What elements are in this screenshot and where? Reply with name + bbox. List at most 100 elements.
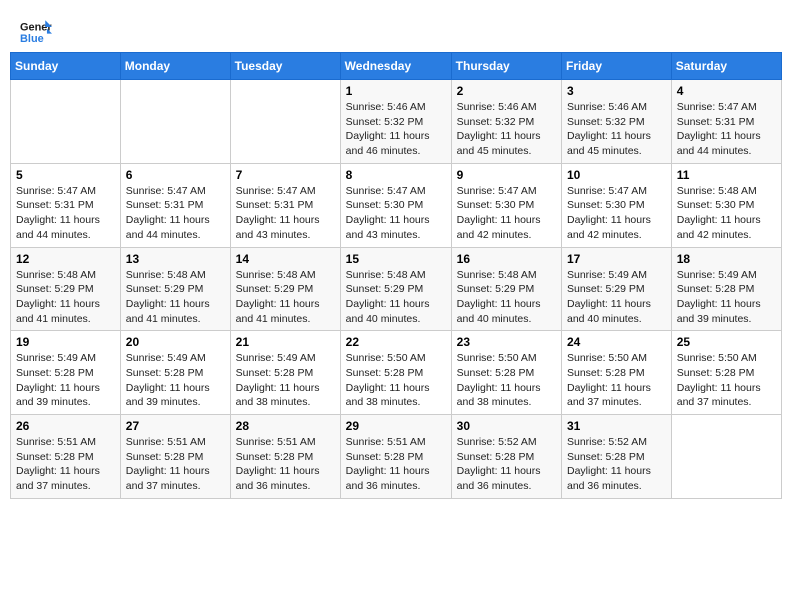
weekday-header-thursday: Thursday <box>451 53 561 80</box>
calendar-cell: 23 Sunrise: 5:50 AMSunset: 5:28 PMDayligh… <box>451 331 561 415</box>
day-info: Sunrise: 5:47 AMSunset: 5:31 PMDaylight:… <box>16 184 115 243</box>
calendar-cell: 5 Sunrise: 5:47 AMSunset: 5:31 PMDaylight… <box>11 163 121 247</box>
day-number: 1 <box>346 84 446 98</box>
day-info: Sunrise: 5:49 AMSunset: 5:29 PMDaylight:… <box>567 268 666 327</box>
calendar-cell <box>120 80 230 164</box>
day-number: 24 <box>567 335 666 349</box>
day-number: 27 <box>126 419 225 433</box>
weekday-header-row: SundayMondayTuesdayWednesdayThursdayFrid… <box>11 53 782 80</box>
day-number: 30 <box>457 419 556 433</box>
calendar-cell <box>230 80 340 164</box>
calendar-cell: 24 Sunrise: 5:50 AMSunset: 5:28 PMDayligh… <box>562 331 672 415</box>
calendar-cell: 17 Sunrise: 5:49 AMSunset: 5:29 PMDayligh… <box>562 247 672 331</box>
week-row-2: 5 Sunrise: 5:47 AMSunset: 5:31 PMDaylight… <box>11 163 782 247</box>
day-number: 18 <box>677 252 776 266</box>
calendar-cell: 16Sunrise: 5:48 AMSunset: 5:29 PMDayligh… <box>451 247 561 331</box>
day-number: 22 <box>346 335 446 349</box>
day-number: 3 <box>567 84 666 98</box>
day-number: 10 <box>567 168 666 182</box>
week-row-4: 19 Sunrise: 5:49 AMSunset: 5:28 PMDayligh… <box>11 331 782 415</box>
logo-icon: General Blue <box>20 18 52 46</box>
day-number: 2 <box>457 84 556 98</box>
calendar-cell: 31 Sunrise: 5:52 AMSunset: 5:28 PMDayligh… <box>562 415 672 499</box>
day-number: 31 <box>567 419 666 433</box>
day-info: Sunrise: 5:48 AMSunset: 5:29 PMDaylight:… <box>346 268 446 327</box>
calendar-cell: 11 Sunrise: 5:48 AMSunset: 5:30 PMDayligh… <box>671 163 781 247</box>
weekday-header-saturday: Saturday <box>671 53 781 80</box>
day-number: 16 <box>457 252 556 266</box>
calendar-cell: 20 Sunrise: 5:49 AMSunset: 5:28 PMDayligh… <box>120 331 230 415</box>
day-info: Sunrise: 5:50 AMSunset: 5:28 PMDaylight:… <box>677 351 776 410</box>
calendar-cell: 28Sunrise: 5:51 AMSunset: 5:28 PMDayligh… <box>230 415 340 499</box>
day-number: 7 <box>236 168 335 182</box>
calendar-cell: 10 Sunrise: 5:47 AMSunset: 5:30 PMDayligh… <box>562 163 672 247</box>
day-info: Sunrise: 5:48 AMSunset: 5:30 PMDaylight:… <box>677 184 776 243</box>
calendar-cell: 27 Sunrise: 5:51 AMSunset: 5:28 PMDayligh… <box>120 415 230 499</box>
day-number: 5 <box>16 168 115 182</box>
day-number: 26 <box>16 419 115 433</box>
day-info: Sunrise: 5:49 AMSunset: 5:28 PMDaylight:… <box>677 268 776 327</box>
calendar-cell: 18 Sunrise: 5:49 AMSunset: 5:28 PMDayligh… <box>671 247 781 331</box>
day-info: Sunrise: 5:52 AMSunset: 5:28 PMDaylight:… <box>567 435 666 494</box>
day-info: Sunrise: 5:49 AMSunset: 5:28 PMDaylight:… <box>126 351 225 410</box>
calendar-cell <box>671 415 781 499</box>
calendar-cell: 12 Sunrise: 5:48 AMSunset: 5:29 PMDayligh… <box>11 247 121 331</box>
day-number: 9 <box>457 168 556 182</box>
day-info: Sunrise: 5:50 AMSunset: 5:28 PMDaylight:… <box>567 351 666 410</box>
day-info: Sunrise: 5:47 AMSunset: 5:31 PMDaylight:… <box>126 184 225 243</box>
day-info: Sunrise: 5:51 AMSunset: 5:28 PMDaylight:… <box>346 435 446 494</box>
day-number: 11 <box>677 168 776 182</box>
day-info: Sunrise: 5:49 AMSunset: 5:28 PMDaylight:… <box>16 351 115 410</box>
week-row-5: 26 Sunrise: 5:51 AMSunset: 5:28 PMDayligh… <box>11 415 782 499</box>
day-info: Sunrise: 5:46 AMSunset: 5:32 PMDaylight:… <box>346 100 446 159</box>
calendar-cell: 3 Sunrise: 5:46 AMSunset: 5:32 PMDaylight… <box>562 80 672 164</box>
day-number: 6 <box>126 168 225 182</box>
calendar-cell: 2 Sunrise: 5:46 AMSunset: 5:32 PMDaylight… <box>451 80 561 164</box>
day-info: Sunrise: 5:47 AMSunset: 5:31 PMDaylight:… <box>236 184 335 243</box>
day-number: 14 <box>236 252 335 266</box>
day-number: 28 <box>236 419 335 433</box>
weekday-header-sunday: Sunday <box>11 53 121 80</box>
calendar-cell: 14 Sunrise: 5:48 AMSunset: 5:29 PMDayligh… <box>230 247 340 331</box>
day-info: Sunrise: 5:48 AMSunset: 5:29 PMDaylight:… <box>16 268 115 327</box>
day-number: 20 <box>126 335 225 349</box>
weekday-header-friday: Friday <box>562 53 672 80</box>
calendar-cell: 6 Sunrise: 5:47 AMSunset: 5:31 PMDaylight… <box>120 163 230 247</box>
day-number: 19 <box>16 335 115 349</box>
calendar-cell: 15 Sunrise: 5:48 AMSunset: 5:29 PMDayligh… <box>340 247 451 331</box>
page-header: General Blue <box>10 10 782 52</box>
day-info: Sunrise: 5:48 AMSunset: 5:29 PMDaylight:… <box>126 268 225 327</box>
calendar-cell: 13 Sunrise: 5:48 AMSunset: 5:29 PMDayligh… <box>120 247 230 331</box>
logo: General Blue <box>20 18 52 46</box>
day-info: Sunrise: 5:48 AMSunset: 5:29 PMDaylight:… <box>236 268 335 327</box>
week-row-1: 1 Sunrise: 5:46 AMSunset: 5:32 PMDaylight… <box>11 80 782 164</box>
calendar-cell: 1 Sunrise: 5:46 AMSunset: 5:32 PMDaylight… <box>340 80 451 164</box>
day-number: 17 <box>567 252 666 266</box>
day-info: Sunrise: 5:51 AMSunset: 5:28 PMDaylight:… <box>126 435 225 494</box>
day-info: Sunrise: 5:47 AMSunset: 5:30 PMDaylight:… <box>567 184 666 243</box>
day-info: Sunrise: 5:47 AMSunset: 5:30 PMDaylight:… <box>346 184 446 243</box>
day-info: Sunrise: 5:46 AMSunset: 5:32 PMDaylight:… <box>567 100 666 159</box>
calendar-table: SundayMondayTuesdayWednesdayThursdayFrid… <box>10 52 782 499</box>
day-number: 13 <box>126 252 225 266</box>
weekday-header-monday: Monday <box>120 53 230 80</box>
day-number: 25 <box>677 335 776 349</box>
day-info: Sunrise: 5:52 AMSunset: 5:28 PMDaylight:… <box>457 435 556 494</box>
calendar-cell: 19 Sunrise: 5:49 AMSunset: 5:28 PMDayligh… <box>11 331 121 415</box>
calendar-cell: 25 Sunrise: 5:50 AMSunset: 5:28 PMDayligh… <box>671 331 781 415</box>
calendar-cell: 26 Sunrise: 5:51 AMSunset: 5:28 PMDayligh… <box>11 415 121 499</box>
day-number: 21 <box>236 335 335 349</box>
day-info: Sunrise: 5:49 AMSunset: 5:28 PMDaylight:… <box>236 351 335 410</box>
day-number: 29 <box>346 419 446 433</box>
day-info: Sunrise: 5:50 AMSunset: 5:28 PMDaylight:… <box>457 351 556 410</box>
day-info: Sunrise: 5:50 AMSunset: 5:28 PMDaylight:… <box>346 351 446 410</box>
day-number: 15 <box>346 252 446 266</box>
weekday-header-wednesday: Wednesday <box>340 53 451 80</box>
svg-text:Blue: Blue <box>20 33 44 45</box>
calendar-cell <box>11 80 121 164</box>
day-number: 12 <box>16 252 115 266</box>
day-number: 23 <box>457 335 556 349</box>
day-info: Sunrise: 5:51 AMSunset: 5:28 PMDaylight:… <box>16 435 115 494</box>
day-info: Sunrise: 5:46 AMSunset: 5:32 PMDaylight:… <box>457 100 556 159</box>
calendar-cell: 29 Sunrise: 5:51 AMSunset: 5:28 PMDayligh… <box>340 415 451 499</box>
